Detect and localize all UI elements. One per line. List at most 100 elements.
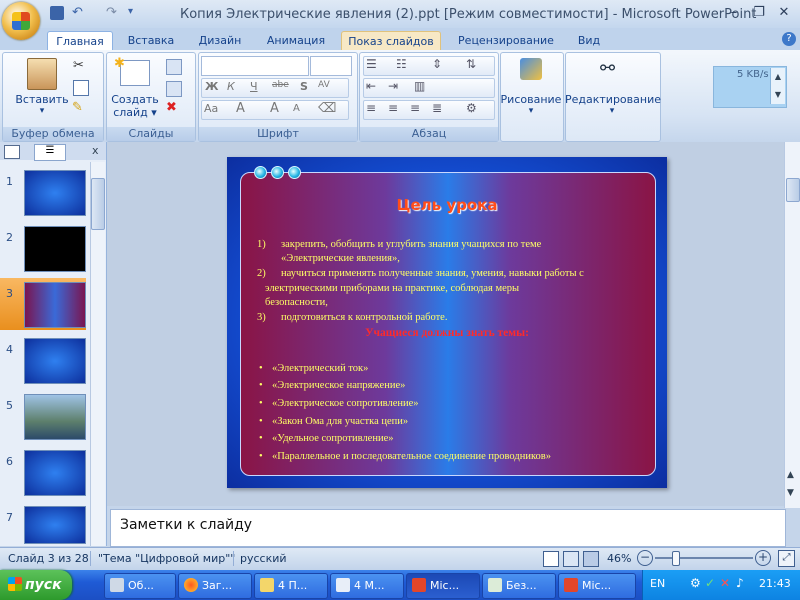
align-right-icon[interactable]: ≡ <box>410 101 420 115</box>
bullets-icon[interactable]: ☰ <box>366 57 377 71</box>
layout-icon[interactable] <box>166 59 182 75</box>
tab-home[interactable]: Главная <box>47 31 113 51</box>
shapes-icon[interactable] <box>520 58 542 80</box>
text-direction-icon[interactable]: ⇅ <box>466 57 476 71</box>
zoom-slider-thumb[interactable] <box>672 551 680 566</box>
slide-title[interactable]: Цель урока <box>240 196 654 214</box>
tab-animation[interactable]: Анимация <box>260 31 332 50</box>
underline-button[interactable]: Ч <box>250 80 258 93</box>
outline-tab-icon[interactable]: ☰ <box>34 144 66 161</box>
shrink-font-button[interactable]: A <box>293 103 300 114</box>
slide-thumbnail-7[interactable] <box>24 506 86 544</box>
zoom-level[interactable]: 46% <box>607 552 631 565</box>
clear-formatting-icon[interactable]: ⌫ <box>318 101 336 116</box>
taskbar-item-active[interactable]: Mic... <box>406 573 480 599</box>
slide-thumbnail-4[interactable] <box>24 338 86 384</box>
fit-to-window-icon[interactable]: ⤢ <box>778 550 795 567</box>
normal-view-icon[interactable] <box>543 551 559 567</box>
paste-dropdown-icon[interactable]: ▾ <box>14 106 70 116</box>
zoom-out-button[interactable]: − <box>637 550 653 566</box>
columns-icon[interactable]: ▥ <box>414 79 425 93</box>
slides-tab-icon[interactable] <box>4 145 20 159</box>
new-slide-dropdown[interactable]: слайд ▾ <box>108 106 162 119</box>
editing-dropdown-icon[interactable]: ▾ <box>565 106 659 116</box>
slides-pane-scroll-thumb[interactable] <box>91 178 105 230</box>
cut-icon[interactable]: ✂ <box>73 58 84 73</box>
drawing-dropdown-icon[interactable]: ▾ <box>500 106 562 116</box>
paste-button[interactable]: Вставить <box>14 93 70 106</box>
slideshow-view-icon[interactable] <box>583 551 599 567</box>
taskbar-item[interactable]: Mic... <box>558 573 636 599</box>
taskbar-item[interactable]: Об... <box>104 573 176 599</box>
slide-editor-scroll-thumb[interactable] <box>786 178 800 202</box>
tab-insert[interactable]: Вставка <box>121 31 181 50</box>
taskbar-item[interactable]: 4 П... <box>254 573 328 599</box>
slide-thumbnail-6[interactable] <box>24 450 86 496</box>
slide-thumbnail-2[interactable] <box>24 226 86 272</box>
save-icon[interactable] <box>50 6 64 20</box>
decrease-indent-icon[interactable]: ⇤ <box>366 79 376 93</box>
tab-view[interactable]: Вид <box>569 31 609 50</box>
slide-thumbnail-3[interactable] <box>24 282 86 328</box>
office-logo-icon <box>12 12 30 30</box>
smartart-icon[interactable]: ⚙ <box>466 101 477 115</box>
tray-network-icon[interactable]: ⚙ <box>690 576 701 590</box>
strikethrough-button[interactable]: abe <box>272 80 289 90</box>
bold-button[interactable]: Ж <box>205 80 218 93</box>
align-center-icon[interactable]: ≡ <box>388 101 398 115</box>
start-button[interactable]: пуск <box>0 570 72 600</box>
qat-customize-icon[interactable]: ▾ <box>128 6 142 20</box>
numbering-icon[interactable]: ☷ <box>396 57 407 71</box>
redo-icon[interactable]: ↷ <box>106 5 120 20</box>
tray-security-icon[interactable]: ✕ <box>720 576 730 590</box>
shadow-button[interactable]: S <box>300 80 308 93</box>
drawing-button[interactable]: Рисование <box>500 93 562 106</box>
font-size-select[interactable] <box>310 56 352 76</box>
slide-thumbnail-5[interactable] <box>24 394 86 440</box>
slide-thumbnail-1[interactable] <box>24 170 86 216</box>
taskbar-item[interactable]: Заг... <box>178 573 252 599</box>
undo-icon[interactable]: ↶ <box>72 5 86 20</box>
office-button[interactable] <box>2 2 40 40</box>
justify-icon[interactable]: ≣ <box>432 101 442 115</box>
new-slide-button[interactable]: Создать <box>108 93 162 106</box>
copy-icon[interactable] <box>73 80 89 96</box>
tab-design[interactable]: Дизайн <box>190 31 250 50</box>
change-case-button[interactable]: Aa <box>204 102 218 115</box>
tab-slideshow[interactable]: Показ слайдов <box>341 31 441 51</box>
reset-icon[interactable] <box>166 81 182 97</box>
increase-indent-icon[interactable]: ⇥ <box>388 79 398 93</box>
grow-font-button[interactable]: A <box>270 101 279 116</box>
char-spacing-button[interactable]: AV <box>318 80 330 90</box>
align-left-icon[interactable]: ≡ <box>366 101 376 115</box>
minimize-button[interactable]: – <box>723 5 745 21</box>
tab-review[interactable]: Рецензирование <box>451 31 561 50</box>
delete-slide-icon[interactable]: ✖ <box>166 100 177 115</box>
zoom-in-button[interactable]: + <box>755 550 771 566</box>
zoom-slider[interactable] <box>655 557 753 559</box>
window-title: Копия Электрические явления (2).ppt [Реж… <box>180 7 757 22</box>
help-icon[interactable]: ? <box>782 32 796 46</box>
restore-button[interactable]: ❐ <box>748 5 770 21</box>
next-slide-icon[interactable]: ▼ <box>787 488 794 498</box>
tray-update-icon[interactable]: ✓ <box>705 576 715 590</box>
font-family-select[interactable] <box>201 56 309 76</box>
taskbar-item[interactable]: 4 М... <box>330 573 404 599</box>
bullet-icon: • <box>259 398 263 409</box>
pane-close-button[interactable]: x <box>92 144 99 157</box>
italic-button[interactable]: К <box>227 80 235 93</box>
font-color-icon[interactable]: A <box>236 101 245 116</box>
format-painter-icon[interactable]: ✎ <box>72 100 83 115</box>
editing-button[interactable]: Редактирование <box>565 93 661 106</box>
close-button[interactable]: ✕ <box>773 5 795 21</box>
taskbar-item[interactable]: Без... <box>482 573 556 599</box>
paste-icon[interactable] <box>27 58 57 90</box>
speed-scroll-icon[interactable]: ▲ ▼ <box>770 68 785 104</box>
notes-placeholder[interactable]: Заметки к слайду <box>120 517 252 533</box>
input-language[interactable]: EN <box>650 577 665 590</box>
tray-volume-icon[interactable]: ♪ <box>736 576 744 590</box>
sorter-view-icon[interactable] <box>563 551 579 567</box>
language-status[interactable]: русский <box>240 552 287 565</box>
prev-slide-icon[interactable]: ▲ <box>787 470 794 480</box>
line-spacing-icon[interactable]: ⇕ <box>432 57 442 71</box>
